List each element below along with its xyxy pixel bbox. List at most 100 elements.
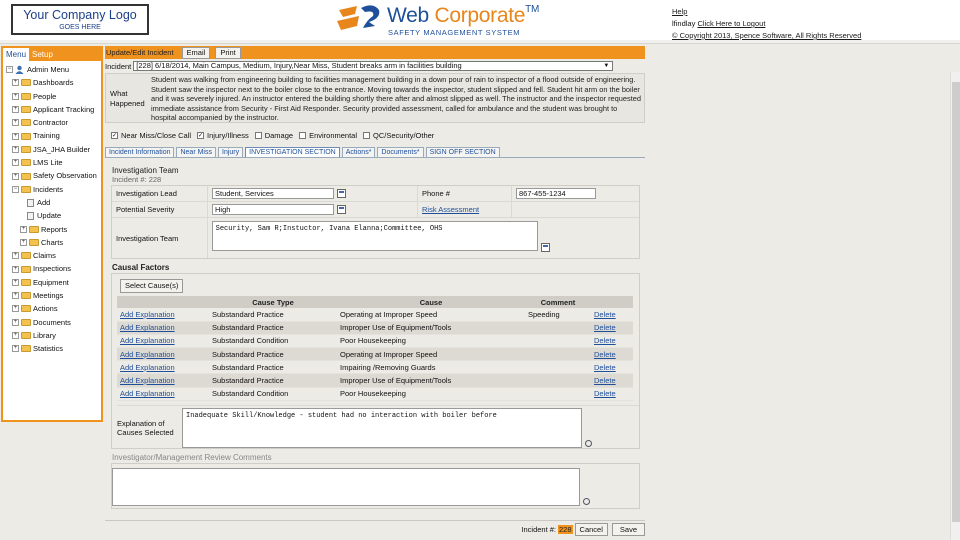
phone-input[interactable]: 867-455-1234	[516, 188, 596, 199]
expand-icon[interactable]: +	[12, 305, 19, 313]
tab-setup[interactable]: Setup	[29, 48, 56, 61]
print-button[interactable]: Print	[215, 46, 241, 59]
sidebar-item-jsa-jha-builder[interactable]: + JSA_JHA Builder	[6, 143, 101, 156]
add-explanation-link[interactable]: Add Explanation	[120, 389, 175, 398]
expand-icon[interactable]: +	[12, 172, 19, 180]
sidebar-item-incidents[interactable]: − Incidents	[6, 183, 101, 196]
sidebar-item-library[interactable]: + Library	[6, 329, 101, 342]
incident-select[interactable]: [228] 6/18/2014, Main Campus, Medium, In…	[133, 61, 614, 71]
add-explanation-link[interactable]: Add Explanation	[120, 336, 175, 345]
copyright-link[interactable]: © Copyright 2013, Spence Software, All R…	[672, 31, 861, 40]
add-explanation-link[interactable]: Add Explanation	[120, 363, 175, 372]
delete-link[interactable]: Delete	[594, 336, 616, 345]
sidebar-item-training[interactable]: + Training	[6, 129, 101, 142]
expand-icon[interactable]: +	[12, 278, 19, 286]
delete-link[interactable]: Delete	[594, 363, 616, 372]
expand-icon[interactable]: +	[12, 252, 19, 260]
checkbox-environmental[interactable]: Environmental	[293, 131, 357, 140]
sidebar-item-dashboards[interactable]: + Dashboards	[6, 76, 101, 89]
sidebar-item-lms-lite[interactable]: + LMS Lite	[6, 156, 101, 169]
tab-documents[interactable]: Documents*	[377, 147, 424, 157]
sidebar-item-contractor[interactable]: + Contractor	[6, 116, 101, 129]
zoom-icon[interactable]	[583, 497, 590, 505]
checkbox-qc-security-other[interactable]: QC/Security/Other	[357, 131, 434, 140]
tab-near-miss[interactable]: Near Miss	[176, 147, 216, 157]
expand-icon[interactable]: +	[12, 345, 19, 353]
folder-icon	[21, 106, 31, 114]
expand-icon[interactable]: +	[12, 318, 19, 326]
expand-icon[interactable]: +	[12, 119, 19, 127]
tab-injury[interactable]: Injury	[218, 147, 244, 157]
expand-icon[interactable]: −	[12, 185, 19, 193]
delete-link[interactable]: Delete	[594, 350, 616, 359]
sidebar-item-charts[interactable]: + Charts	[6, 236, 101, 249]
expand-icon[interactable]: +	[12, 265, 19, 273]
review-textarea[interactable]	[112, 467, 580, 506]
sidebar-item-inspections[interactable]: + Inspections	[6, 262, 101, 275]
expand-icon[interactable]: +	[12, 106, 19, 114]
sidebar-item-statistics[interactable]: + Statistics	[6, 342, 101, 355]
sidebar-item-applicant-tracking[interactable]: + Applicant Tracking	[6, 103, 101, 116]
zoom-icon[interactable]	[585, 439, 592, 447]
severity-input[interactable]: High	[212, 204, 334, 215]
sidebar-item-claims[interactable]: + Claims	[6, 249, 101, 262]
tab-incident-information[interactable]: Incident Information	[105, 147, 175, 157]
checkbox-box[interactable]	[254, 132, 262, 139]
expand-icon[interactable]: +	[12, 332, 19, 340]
sidebar-item-documents[interactable]: + Documents	[6, 316, 101, 329]
team-textarea[interactable]: Security, Sam R;Instuctor, Ivana Elanna;…	[211, 221, 538, 251]
delete-link[interactable]: Delete	[594, 310, 616, 319]
checkbox-injury-illness[interactable]: ✓ Injury/Illness	[191, 131, 249, 140]
sidebar-item-people[interactable]: + People	[6, 90, 101, 103]
sidebar-item-equipment[interactable]: + Equipment	[6, 276, 101, 289]
tab-menu[interactable]: Menu	[3, 48, 30, 61]
help-link[interactable]: Help	[672, 7, 687, 16]
sidebar-item-update[interactable]: Update	[6, 209, 101, 222]
expand-icon[interactable]: +	[12, 79, 19, 87]
logout-link[interactable]: Click Here to Logout	[697, 19, 765, 28]
delete-link[interactable]: Delete	[594, 376, 616, 385]
add-explanation-link[interactable]: Add Explanation	[120, 350, 175, 359]
scrollbar-thumb[interactable]	[952, 82, 960, 522]
cancel-button[interactable]: Cancel	[574, 523, 608, 536]
expand-icon[interactable]: +	[12, 159, 19, 167]
tab-actions[interactable]: Actions*	[341, 147, 376, 157]
expand-icon[interactable]: +	[12, 145, 19, 153]
risk-assessment-link[interactable]: Risk Assessment	[422, 205, 479, 214]
tab-investigation-section[interactable]: INVESTIGATION SECTION	[245, 147, 340, 157]
add-explanation-link[interactable]: Add Explanation	[120, 376, 175, 385]
sidebar-item-actions[interactable]: + Actions	[6, 302, 101, 315]
page-scrollbar[interactable]	[950, 72, 960, 540]
sidebar-item-label: Update	[37, 211, 62, 221]
tab-sign-off-section[interactable]: SIGN OFF SECTION	[425, 147, 500, 157]
checkbox-box[interactable]	[363, 132, 371, 139]
add-explanation-link[interactable]: Add Explanation	[120, 323, 175, 332]
save-button[interactable]: Save	[611, 523, 645, 536]
lookup-icon[interactable]	[540, 243, 550, 252]
sidebar-item-safety-observation[interactable]: + Safety Observation	[6, 169, 101, 182]
lead-input[interactable]: Student, Services	[212, 188, 334, 199]
explanation-textarea[interactable]: Inadequate Skill/Knowledge - student had…	[182, 407, 582, 448]
expand-icon[interactable]: +	[12, 132, 19, 140]
sidebar-item-reports[interactable]: + Reports	[6, 223, 101, 236]
select-causes-button[interactable]: Select Cause(s)	[120, 279, 184, 293]
checkbox-box[interactable]: ✓	[111, 132, 118, 139]
tree-root[interactable]: − Admin Menu	[6, 63, 101, 76]
collapse-icon[interactable]: −	[6, 66, 13, 74]
expand-icon[interactable]: +	[12, 292, 19, 300]
checkbox-box[interactable]	[299, 132, 307, 139]
checkbox-box[interactable]: ✓	[197, 132, 205, 139]
email-button[interactable]: Email	[181, 46, 211, 59]
expand-icon[interactable]: +	[12, 92, 19, 100]
checkbox-damage[interactable]: Damage	[249, 131, 293, 140]
sidebar-item-meetings[interactable]: + Meetings	[6, 289, 101, 302]
add-explanation-link[interactable]: Add Explanation	[120, 310, 175, 319]
delete-link[interactable]: Delete	[594, 389, 616, 398]
expand-icon[interactable]: +	[20, 225, 27, 233]
sidebar-item-add[interactable]: Add	[6, 196, 101, 209]
lookup-icon[interactable]	[337, 189, 346, 198]
lookup-icon[interactable]	[337, 205, 346, 214]
expand-icon[interactable]: +	[20, 239, 27, 246]
delete-link[interactable]: Delete	[594, 323, 616, 332]
checkbox-near-miss-close-call[interactable]: ✓ Near Miss/Close Call	[105, 131, 191, 140]
